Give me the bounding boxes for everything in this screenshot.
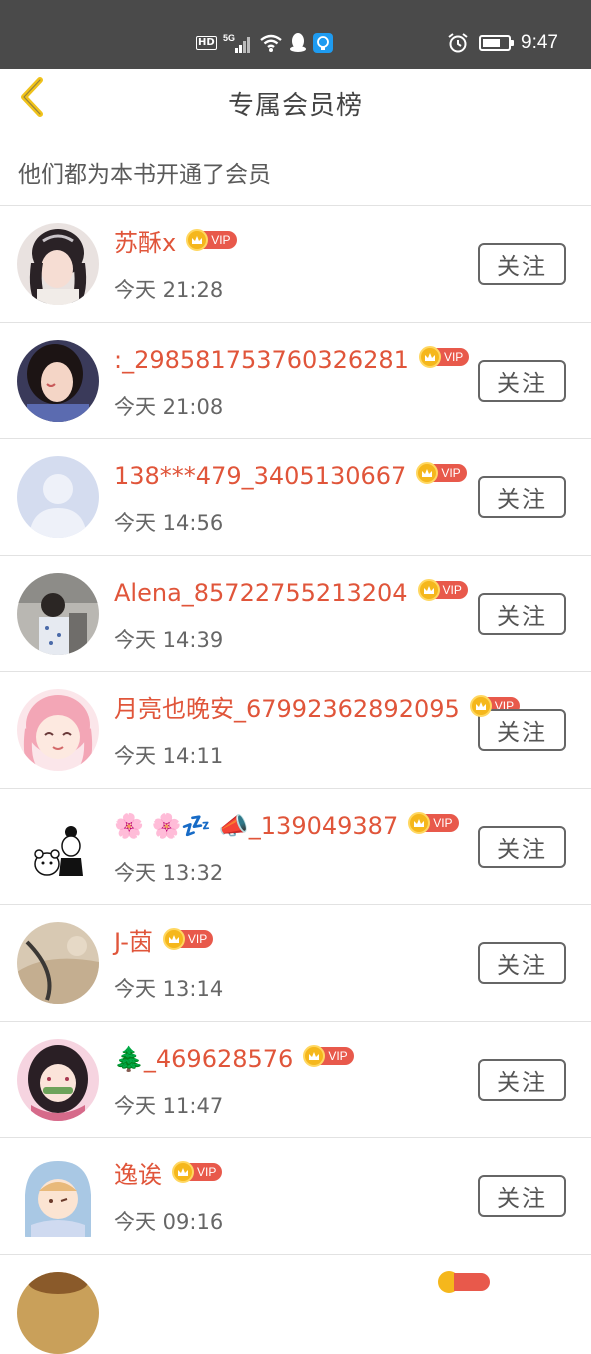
member-name[interactable]: Alena_85722755213204 [114, 578, 408, 608]
member-time: 今天 13:14 [114, 977, 224, 1001]
vip-badge: VIP [418, 345, 470, 368]
follow-button[interactable]: 关注 [478, 592, 566, 635]
page-title: 专属会员榜 [227, 91, 363, 121]
member-time: 今天 14:56 [114, 511, 224, 535]
vip-badge: VIP [416, 462, 467, 484]
member-name[interactable]: 🌸 🌸💤 📣_139049387 [114, 811, 398, 841]
qq-icon [289, 32, 307, 54]
member-name[interactable]: 138***479_3405130667 [114, 461, 406, 491]
follow-button[interactable]: 关注 [478, 709, 566, 751]
battery-icon [479, 35, 515, 51]
title-bar: 专属会员榜 [0, 69, 591, 137]
alarm-icon [447, 32, 469, 54]
vip-badge: VIP [162, 928, 214, 950]
avatar[interactable] [17, 223, 99, 305]
follow-button[interactable]: 关注 [478, 243, 566, 285]
member-time: 今天 14:11 [114, 744, 224, 768]
member-name[interactable]: J-茵 [114, 927, 153, 957]
list-item[interactable]: 🌲_469628576 VIP 今天 11:47 关注 [0, 1021, 591, 1138]
avatar[interactable] [17, 689, 99, 771]
vip-badge [454, 1272, 490, 1291]
status-icons-right: 9:47 [447, 30, 558, 56]
signal-icon: 5G [223, 32, 253, 54]
member-name[interactable]: 🌲_469628576 [114, 1044, 293, 1074]
vip-badge: VIP [417, 578, 468, 601]
crown-icon [162, 928, 185, 950]
avatar[interactable] [17, 1271, 99, 1354]
follow-button[interactable]: 关注 [478, 942, 566, 984]
avatar[interactable] [17, 456, 99, 538]
avatar[interactable] [17, 1155, 99, 1237]
vip-badge: VIP [303, 1044, 354, 1067]
list-item[interactable]: Alena_85722755213204 VIP 今天 14:39 关注 [0, 555, 591, 672]
hd-icon: HD [196, 36, 217, 50]
member-time: 今天 09:16 [114, 1210, 224, 1234]
vip-badge: VIP [172, 1161, 223, 1183]
status-icons-left: HD 5G [196, 31, 333, 55]
crown-icon [172, 1161, 194, 1183]
list-item[interactable]: 138***479_3405130667 VIP 今天 14:56 关注 [0, 439, 591, 556]
app-notification-icon [312, 33, 333, 53]
name-line: 🌸 🌸💤 📣_139049387 VIP [114, 811, 459, 841]
name-line: 逸诶 VIP [114, 1160, 223, 1190]
follow-button[interactable]: 关注 [478, 1175, 566, 1217]
name-line: :_298581753760326281 VIP [114, 345, 470, 375]
name-line: 苏酥x VIP [114, 228, 237, 258]
page-subtitle: 他们都为本书开通了会员 [18, 162, 271, 188]
crown-icon [408, 811, 431, 834]
follow-button[interactable]: 关注 [478, 1058, 566, 1101]
member-name[interactable]: 逸诶 [114, 1160, 162, 1190]
svg-text:5G: 5G [223, 33, 235, 43]
member-list: 苏酥x VIP 今天 21:28 关注 :_298581753760326281… [0, 206, 591, 1354]
status-time: 9:47 [521, 32, 558, 53]
name-line: 月亮也晚安_67992362892095 VIP [114, 694, 521, 724]
avatar[interactable] [17, 1038, 99, 1121]
follow-button[interactable]: 关注 [478, 825, 566, 868]
crown-icon [417, 578, 440, 601]
member-time: 今天 14:39 [114, 627, 224, 652]
list-item[interactable]: :_298581753760326281 VIP 今天 21:08 关注 [0, 322, 591, 439]
follow-button[interactable]: 关注 [478, 359, 566, 402]
name-line: J-茵 VIP [114, 927, 214, 957]
vip-badge: VIP [408, 811, 459, 834]
name-line: 138***479_3405130667 VIP [114, 461, 467, 491]
status-bar: HD 5G 9:47 [0, 0, 591, 69]
list-item[interactable]: J-茵 VIP 今天 13:14 关注 [0, 905, 591, 1022]
member-name[interactable]: 苏酥x [114, 228, 176, 258]
avatar[interactable] [17, 805, 99, 888]
member-name[interactable]: 月亮也晚安_67992362892095 [114, 694, 460, 724]
avatar[interactable] [17, 572, 99, 655]
crown-icon [469, 695, 492, 717]
list-item[interactable]: 月亮也晚安_67992362892095 VIP 今天 14:11 关注 [0, 672, 591, 789]
list-item-partial[interactable] [0, 1255, 591, 1354]
member-time: 今天 11:47 [114, 1093, 224, 1118]
name-line: Alena_85722755213204 VIP [114, 578, 468, 608]
name-line: 🌲_469628576 VIP [114, 1044, 354, 1074]
list-item[interactable]: 逸诶 VIP 今天 09:16 关注 [0, 1138, 591, 1255]
avatar[interactable] [17, 922, 99, 1004]
crown-icon [303, 1044, 326, 1067]
member-name[interactable]: :_298581753760326281 [114, 345, 409, 375]
list-item[interactable]: 🌸 🌸💤 📣_139049387 VIP 今天 13:32 关注 [0, 788, 591, 905]
follow-button[interactable]: 关注 [478, 476, 566, 518]
member-time: 今天 21:08 [114, 394, 224, 419]
member-time: 今天 21:28 [114, 278, 224, 302]
crown-icon [418, 345, 441, 368]
avatar[interactable] [17, 339, 99, 422]
member-time: 今天 13:32 [114, 860, 224, 885]
list-item[interactable]: 苏酥x VIP 今天 21:28 关注 [0, 206, 591, 323]
vip-badge: VIP [186, 229, 237, 251]
wifi-icon [259, 33, 283, 53]
